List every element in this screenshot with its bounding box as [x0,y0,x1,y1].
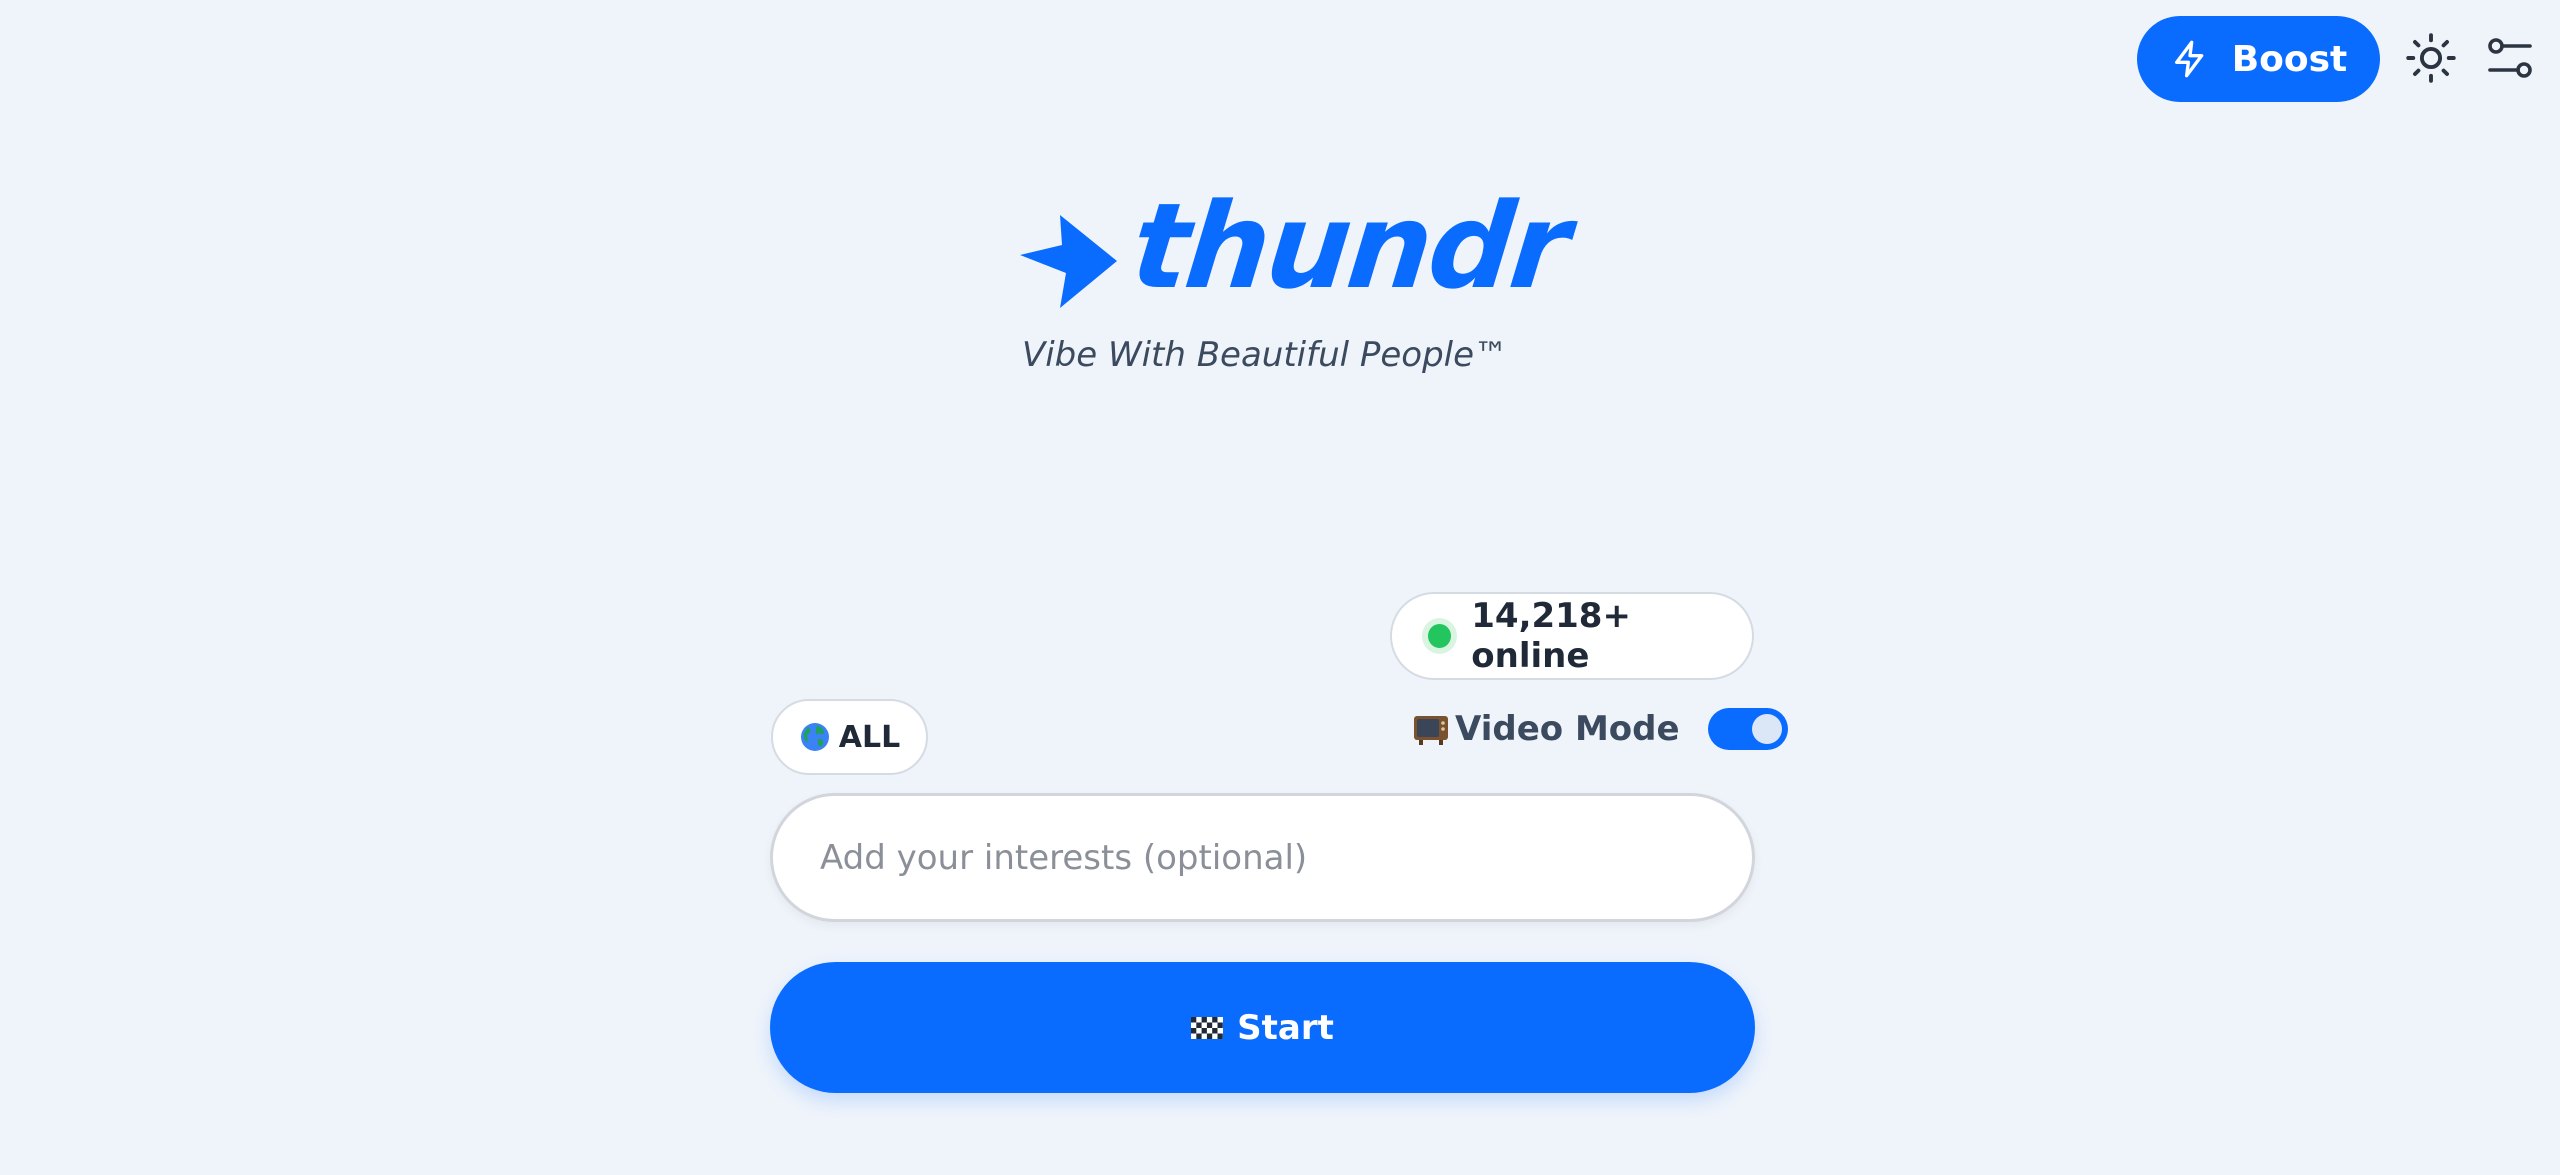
brand-logo: thundr [1020,177,1573,315]
boost-label: Boost [2231,38,2348,80]
thundr-logo-mark-icon [1020,215,1117,308]
region-selector-button[interactable]: ALL [771,699,928,775]
interests-field-container [770,793,1755,922]
sliders-icon [2488,38,2532,78]
television-icon [1414,716,1448,745]
region-label: ALL [838,719,901,755]
toggle-knob [1751,714,1782,744]
start-label: Start [1237,1007,1334,1048]
settings-button[interactable] [2482,30,2538,86]
brand-tagline: Vibe With Beautiful People™ [1021,335,1509,375]
online-count-badge: 14,218+ online [1390,592,1754,680]
video-mode-label-group: Video Mode [1413,709,1680,749]
theme-toggle-button[interactable] [2403,30,2459,86]
checkered-flag-icon [1191,1016,1224,1039]
boost-button[interactable]: Boost [2137,16,2380,102]
bolt-icon [2174,40,2204,78]
interests-input[interactable] [773,796,1752,919]
online-status-dot-icon [1428,624,1452,648]
video-mode-label: Video Mode [1455,709,1680,749]
video-mode-control: Video Mode [1413,708,1788,750]
brand-wordmark: thundr [1125,177,1574,315]
online-count-text: 14,218+ online [1471,596,1631,676]
video-mode-toggle[interactable] [1707,708,1788,750]
sun-icon [2406,33,2456,83]
start-button[interactable]: Start [770,962,1755,1093]
globe-icon [800,723,829,751]
